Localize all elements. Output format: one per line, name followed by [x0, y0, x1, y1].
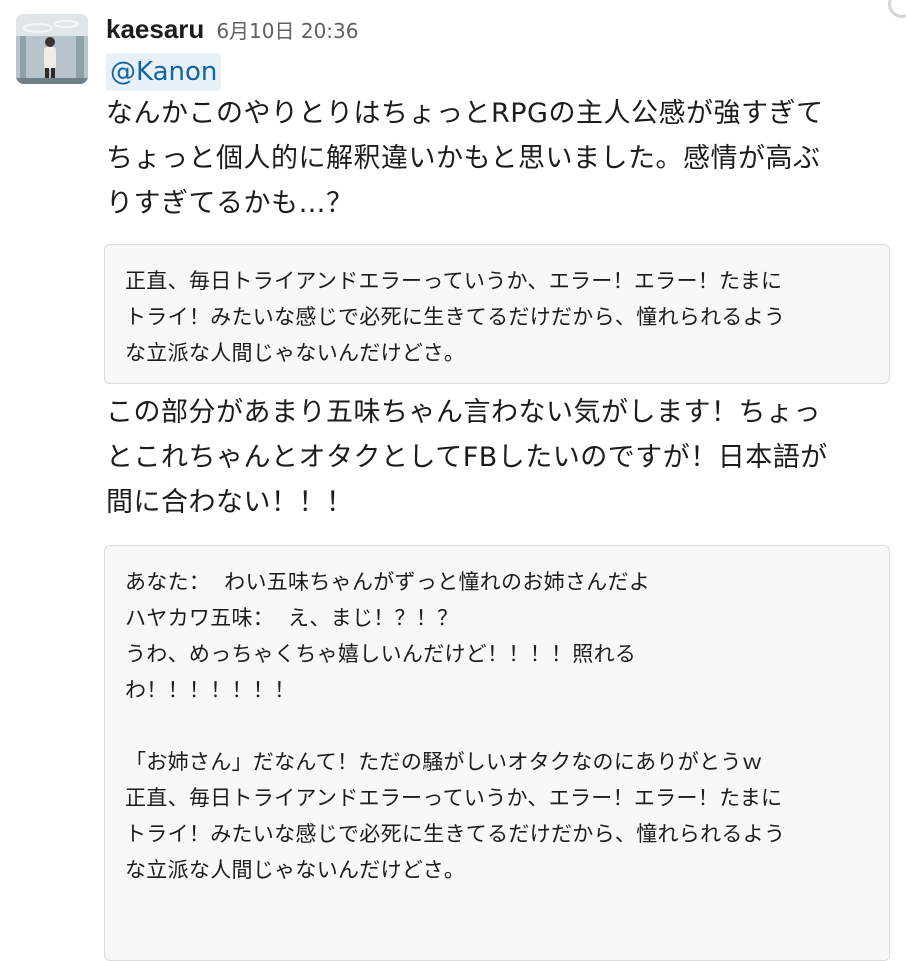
chat-message: kaesaru 6月10日 20:36 @Kanon なんかこのやりとりはちょっ…	[0, 0, 906, 961]
user-mention[interactable]: @Kanon	[106, 53, 222, 91]
sender-name[interactable]: kaesaru	[106, 14, 204, 45]
message-header: kaesaru 6月10日 20:36	[106, 14, 358, 48]
timestamp[interactable]: 6月10日 20:36	[216, 15, 358, 44]
avatar-photo-icon	[16, 14, 88, 84]
avatar[interactable]	[16, 14, 88, 84]
message-paragraph: なんかこのやりとりはちょっとRPGの主人公感が強すぎて ちょっと個人的に解釈違い…	[106, 98, 824, 219]
quoted-block: あなた： わい五味ちゃんがずっと憧れのお姉さんだよ ハヤカワ五味： え、まじ！？…	[104, 545, 890, 961]
message-paragraph: この部分があまり五味ちゃん言わない気がします！ちょっ とこれちゃんとオタクとして…	[106, 397, 828, 518]
quoted-block: 正直、毎日トライアンドエラーっていうか、エラー！エラー！たまに トライ！みたいな…	[104, 244, 890, 384]
